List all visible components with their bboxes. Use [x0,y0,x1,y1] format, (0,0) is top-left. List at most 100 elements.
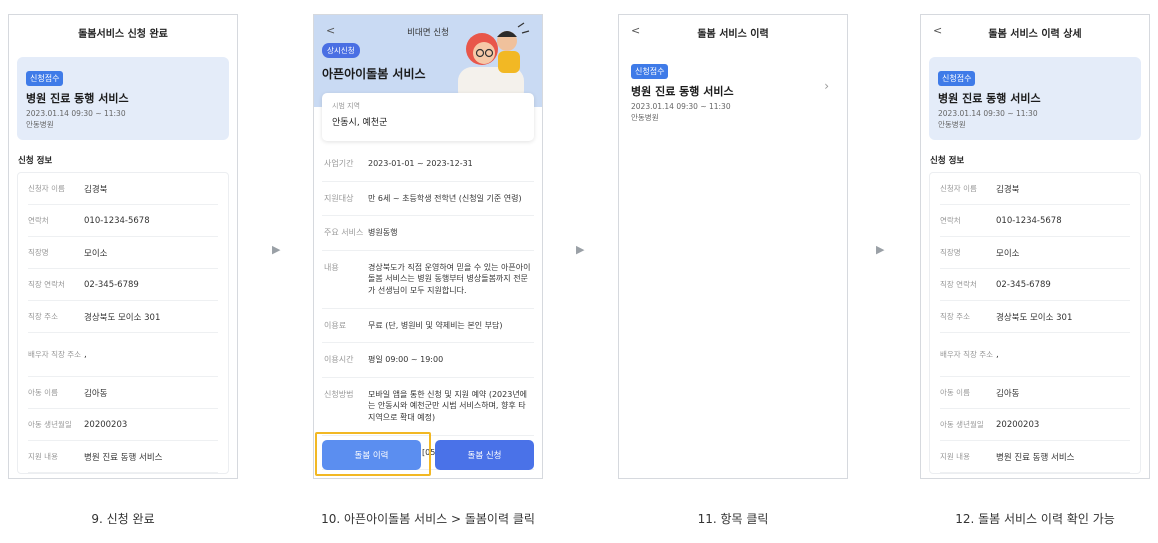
info-value: , [84,349,87,360]
service-place: 안동병원 [631,113,659,123]
status-badge: 신청접수 [631,64,669,79]
info-value: 02-345-6789 [84,279,139,290]
region-value: 안동시, 예천군 [332,118,388,128]
info-row: 아동 이름 김아동 [28,377,218,410]
service-datetime: 2023.01.14 09:30 ~ 11:30 [26,109,126,118]
detail-value: 평일 09:00 ~ 19:00 [368,355,444,365]
info-label: 지원 내용 [28,451,58,461]
info-row: 배우자 직장 주소, [28,333,218,378]
status-pill: 상시신청 [322,43,360,58]
step-caption: 12. 돌봄 서비스 이력 확인 가능 [955,512,1115,526]
detail-row: 지원대상 만 6세 ~ 초등학생 전학년 (신청일 기준 연령) [322,182,534,217]
info-value: 병원 진료 동행 서비스 [996,452,1075,463]
step-caption: 10. 아픈아이돌봄 서비스 > 돌봄이력 클릭 [321,512,535,526]
info-value: 김경북 [84,184,108,195]
service-summary-card: 신청접수 병원 진료 동행 서비스 2023.01.14 09:30 ~ 11:… [17,57,229,141]
info-label: 직장 주소 [28,311,58,321]
info-value: 20200203 [996,419,1040,430]
info-label: 신청자 이름 [940,183,977,193]
info-value: , [996,349,999,360]
flow-arrow-icon: ▶ [576,243,585,256]
info-row: 직장명 모이소 [940,237,1130,270]
detail-label: 내용 [324,262,339,272]
info-row: 지원 내용 병원 진료 동행 서비스 [940,441,1130,474]
step-caption: 11. 항목 클릭 [697,512,769,526]
info-row: 아동 생년월일 20200203 [940,409,1130,442]
status-badge: 신청접수 [938,71,976,86]
info-value: 010-1234-5678 [996,215,1062,226]
info-label: 아동 생년월일 [28,419,72,429]
detail-row: 내용 경상북도가 직접 운영하여 믿을 수 있는 아픈아이돌봄 서비스는 병원 동… [322,251,534,309]
info-label: 직장명 [28,247,49,257]
info-label: 아동 생년월일 [940,419,984,429]
service-name: 병원 진료 동행 서비스 [938,92,1041,105]
info-row: 연락처 010-1234-5678 [28,205,218,238]
info-label: 직장명 [940,247,961,257]
detail-row: 신청방법 모바일 앱을 통한 신청 및 지원 예약 (2023년에는 안동시와 예… [322,378,534,436]
service-summary-card: 신청접수 병원 진료 동행 서비스 2023.01.14 09:30 ~ 11:… [929,57,1141,141]
info-label: 지원 내용 [940,451,970,461]
detail-row: 이용시간 평일 09:00 ~ 19:00 [322,343,534,378]
info-row: 직장 연락처 02-345-6789 [28,269,218,302]
info-row: 직장명 모이소 [28,237,218,270]
detail-row: 사업기간 2023-01-01 ~ 2023-12-31 [322,147,534,182]
header: < 돌봄 서비스 이력 상세 [921,15,1149,49]
info-value: 20200203 [84,419,128,430]
status-badge: 신청접수 [26,71,64,86]
info-value: 김아동 [996,388,1020,399]
section-title: 신청 정보 [18,156,53,167]
info-value: 010-1234-5678 [84,215,150,226]
info-value: 김아동 [84,388,108,399]
page-title: 돌봄 서비스 이력 [697,28,769,40]
info-value: 경상북도 모이소 301 [84,312,161,323]
history-list-item[interactable]: 신청접수 병원 진료 동행 서비스 2023.01.14 09:30 ~ 11:… [619,49,847,133]
back-icon[interactable]: < [631,24,640,37]
service-name: 병원 진료 동행 서비스 [26,92,129,105]
screen-care-history: < 돌봄 서비스 이력 신청접수 병원 진료 동행 서비스 2023.01.14… [618,14,848,479]
service-name: 병원 진료 동행 서비스 [631,85,734,98]
screen-care-history-detail: < 돌봄 서비스 이력 상세 신청접수 병원 진료 동행 서비스 2023.01… [920,14,1150,479]
info-value: 경상북도 모이소 301 [996,312,1073,323]
detail-label: 이용료 [324,320,347,330]
care-apply-button[interactable]: 돌봄 신청 [435,440,534,470]
info-row: 직장 연락처 02-345-6789 [940,269,1130,302]
service-place: 안동병원 [26,120,54,130]
info-row: 아동 생년월일 20200203 [28,409,218,442]
detail-label: 주요 서비스 [324,228,364,238]
region-card: 시범 지역 안동시, 예천군 [322,93,534,141]
back-icon[interactable]: < [933,24,942,37]
service-title: 아픈아이돌봄 서비스 [322,67,426,81]
page-title: 돌봄 서비스 이력 상세 [988,28,1082,40]
screen-sick-child-care: < 비대면 신청 상시신청 아픈아이돌봄 서비스 시범 지역 안동시, 예천군 … [313,14,543,479]
info-row: 신청자 이름 김경북 [28,173,218,206]
info-value: 모이소 [996,248,1020,259]
flow-arrow-icon: ▶ [876,243,885,256]
chevron-right-icon: › [824,79,829,93]
info-label: 직장 연락처 [940,279,977,289]
detail-label: 사업기간 [324,159,354,168]
service-datetime: 2023.01.14 09:30 ~ 11:30 [938,109,1038,118]
hero-banner: < 비대면 신청 상시신청 아픈아이돌봄 서비스 시범 지역 안동시, 예천군 [314,15,542,141]
region-label: 시범 지역 [332,102,360,110]
header: < 돌봄 서비스 이력 [619,15,847,49]
info-label: 아동 이름 [28,387,58,397]
info-label: 아동 이름 [940,387,970,397]
detail-label: 지원대상 [324,193,354,203]
detail-value: 만 6세 ~ 초등학생 전학년 (신청일 기준 연령) [368,193,522,203]
info-row: 직장 주소 경상북도 모이소 301 [28,301,218,334]
info-table: 신청자 이름 김경북 연락처 010-1234-5678 직장명 모이소 직장 연락처… [929,172,1141,475]
info-value: 병원 진료 동행 서비스 [84,452,163,463]
info-row: 신청자 이름 김경북 [940,173,1130,206]
detail-value: 2023-01-01 ~ 2023-12-31 [368,159,473,168]
info-label: 연락처 [28,215,49,225]
info-row: 연락처 010-1234-5678 [940,205,1130,238]
detail-value: 모바일 앱을 통한 신청 및 지원 예약 (2023년에는 안동시와 예천군만 … [368,389,528,422]
detail-row: 주요 서비스 병원동행 [322,216,534,251]
detail-label: 신청방법 [324,389,354,399]
flow-arrow-icon: ▶ [272,243,281,256]
info-label: 직장 주소 [940,311,970,321]
detail-row: 이용료 무료 (단, 병원비 및 약제비는 본인 부담) [322,309,534,344]
info-row: 배우자 직장 주소, [940,333,1130,378]
info-label: 배우자 직장 주소 [940,349,994,359]
detail-value: 병원동행 [368,228,398,238]
